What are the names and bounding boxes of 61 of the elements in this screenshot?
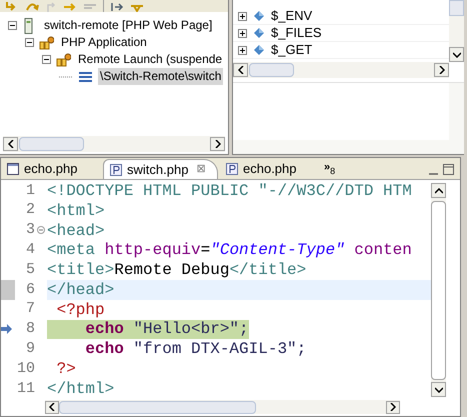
collapse-icon[interactable]	[8, 21, 17, 30]
line-number: 2	[24, 200, 35, 220]
close-button[interactable]: ⊠	[196, 161, 206, 178]
line-number: 7	[24, 299, 35, 320]
scroll-thumb[interactable]	[431, 201, 446, 380]
tree-item[interactable]: \Switch-Remote\switch	[98, 68, 224, 85]
code-line: echo "from DTX-AGIL-3";	[84, 339, 308, 360]
tree-item[interactable]: switch-remote [PHP Web Page]	[42, 17, 214, 34]
expand-icon[interactable]	[238, 46, 247, 54]
line-number: 11	[16, 378, 35, 399]
scroll-thumb[interactable]	[449, 0, 464, 16]
line-number: 8	[24, 319, 35, 340]
step-over-icon[interactable]	[25, 2, 39, 12]
expand-icon[interactable]	[238, 12, 247, 20]
variable-icon	[254, 28, 264, 38]
horizontal-scrollbar[interactable]	[3, 136, 225, 152]
php-file-icon	[226, 163, 238, 175]
line-number: 3	[24, 220, 35, 240]
code-line: <html>	[47, 200, 106, 221]
line-number: 6	[24, 280, 35, 300]
editor-tab[interactable]: switch.php ⊠	[103, 159, 218, 179]
gear-icon	[56, 52, 71, 68]
editor-tab[interactable]: echo.php	[220, 159, 320, 179]
tree-connector-icon	[59, 76, 73, 78]
code-line: <!DOCTYPE HTML PUBLIC "-//W3C//DTD HTM	[47, 181, 413, 201]
scroll-thumb[interactable]	[249, 63, 294, 77]
expand-icon[interactable]	[238, 28, 247, 38]
code-line: <meta http-equiv="Content-Type" conten	[47, 240, 413, 260]
line-number: 9	[24, 339, 35, 360]
fold-icon[interactable]	[37, 226, 45, 234]
code-line: </html>	[47, 378, 116, 399]
editor-tab[interactable]: echo.php	[1, 159, 101, 179]
horizontal-scrollbar[interactable]	[45, 400, 400, 414]
code-line: <head>	[47, 220, 106, 240]
tree-item[interactable]: Remote Launch (suspende	[76, 51, 224, 68]
code-line: <?php	[56, 300, 106, 320]
gear-icon	[39, 34, 54, 50]
variable-name[interactable]: $_FILES	[271, 23, 322, 43]
horizontal-scrollbar[interactable]	[233, 62, 449, 78]
code-line: ?>	[56, 359, 77, 379]
instruction-step-icon[interactable]	[110, 2, 124, 12]
line-number: 10	[16, 358, 35, 379]
code-line: <title>Remote Debug</title>	[47, 260, 308, 280]
scroll-thumb[interactable]	[19, 137, 84, 151]
php-file-icon	[110, 164, 122, 176]
vertical-scrollbar[interactable]	[449, 0, 464, 62]
line-number: 4	[24, 240, 35, 260]
variable-icon	[254, 45, 264, 55]
drop-frame-icon[interactable]	[130, 2, 144, 12]
line-number: 1	[24, 180, 35, 201]
vertical-scrollbar[interactable]	[431, 183, 446, 397]
tree-item[interactable]: PHP Application	[59, 34, 149, 51]
variable-name[interactable]: $_GET	[271, 40, 312, 60]
collapse-icon[interactable]	[25, 38, 34, 47]
variable-icon	[254, 11, 264, 21]
line-number: 5	[24, 260, 35, 280]
maximize-icon	[443, 164, 454, 175]
file-icon	[7, 163, 19, 175]
variable-name[interactable]: $_ENV	[271, 6, 312, 26]
collapse-icon[interactable]	[42, 55, 51, 64]
scroll-thumb[interactable]	[59, 400, 256, 414]
